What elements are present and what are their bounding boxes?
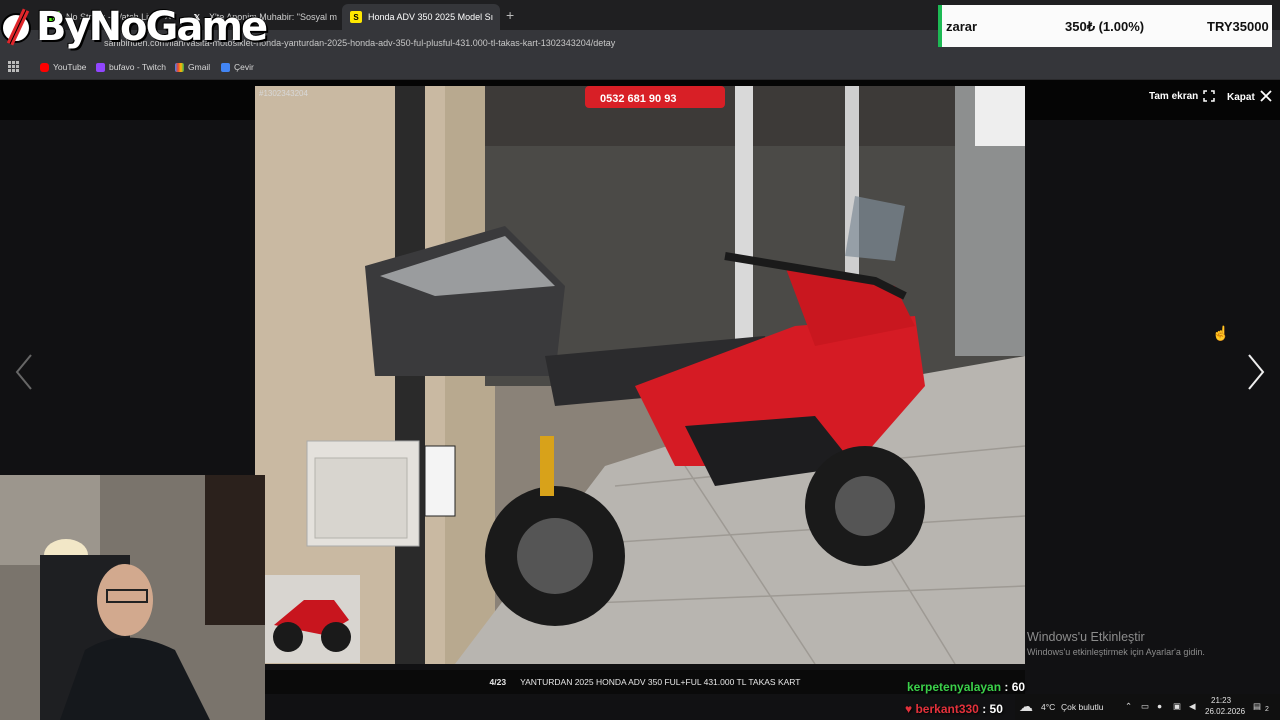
- next-photo-button[interactable]: [1246, 352, 1266, 397]
- twitch-icon: [96, 62, 105, 72]
- chat-value: : 60: [1004, 680, 1026, 694]
- zarar-label: zarar: [946, 19, 978, 34]
- chat-username: kerpetenyalayan: [907, 680, 1002, 694]
- tab-honda-adv[interactable]: S Honda ADV 350 2025 Model Sı ✕: [342, 4, 500, 30]
- weather-temp[interactable]: 4°C: [1041, 702, 1055, 712]
- display-icon[interactable]: ▣: [1173, 701, 1181, 712]
- close-viewer-button[interactable]: Kapat: [1227, 90, 1272, 105]
- close-label: Kapat: [1227, 92, 1255, 103]
- photo-counter: 4/23: [489, 677, 507, 687]
- sahibinden-icon: S: [350, 11, 362, 23]
- phone-sign: 0532 681 90 93: [600, 93, 676, 105]
- clock-time[interactable]: 21:23: [1211, 696, 1231, 705]
- watermark-title: Windows'u Etkinleştir: [1027, 630, 1145, 644]
- thumbnail-image: [264, 575, 360, 663]
- clock-date[interactable]: 26.02.2026: [1205, 707, 1245, 716]
- windows-activation-watermark: Windows'u Etkinleştir Windows'u etkinleş…: [1027, 630, 1205, 657]
- motorcycle-photo: 0532 681 90 93: [255, 86, 1025, 664]
- chat-value: : 50: [982, 702, 1003, 716]
- chevron-left-icon: [15, 354, 32, 390]
- chevron-up-icon[interactable]: ⌃: [1125, 701, 1132, 712]
- network-icon[interactable]: ▭: [1141, 701, 1149, 712]
- close-icon[interactable]: ✕: [493, 12, 500, 23]
- bookmark-cevir[interactable]: Çevir: [221, 62, 254, 72]
- close-icon: [1260, 90, 1272, 105]
- bookmark-gmail[interactable]: Gmail: [175, 62, 210, 72]
- bookmark-label: bufavo - Twitch: [109, 62, 167, 72]
- tab-label: Honda ADV 350 2025 Model Sı: [368, 12, 494, 22]
- weather-icon[interactable]: ☁: [1019, 698, 1033, 715]
- fullscreen-button[interactable]: Tam ekran: [1149, 90, 1216, 102]
- notification-count: 2: [1265, 706, 1269, 713]
- fullscreen-label: Tam ekran: [1149, 90, 1199, 102]
- close-icon[interactable]: ✕: [337, 12, 338, 23]
- zarar-overlay: zarar 350₺ (1.00%) TRY35000: [938, 5, 1272, 47]
- apps-grid-icon[interactable]: [8, 61, 19, 72]
- ad-id: #1302343204: [259, 89, 308, 98]
- chat-line: kerpetenyalayan : 60: [907, 680, 1025, 694]
- weather-text[interactable]: Çok bulutlu: [1061, 702, 1104, 712]
- gmail-icon: [175, 62, 184, 72]
- fullscreen-icon: [1203, 90, 1216, 102]
- new-tab-button[interactable]: +: [506, 7, 514, 23]
- zarar-total: TRY35000: [1207, 19, 1269, 34]
- bookmark-label: Çevir: [234, 62, 254, 72]
- previous-photo-button[interactable]: [14, 352, 34, 397]
- listing-photo: #1302343204 0532 681 90 93: [255, 86, 1025, 664]
- photo-thumbnail[interactable]: [264, 575, 360, 663]
- youtube-icon: [40, 62, 49, 72]
- chat-line: ♥ berkant330 : 50: [905, 702, 1003, 716]
- stream-logo: ByNoGame: [0, 2, 268, 52]
- logo-mark-icon: [0, 4, 36, 50]
- microphone-icon[interactable]: ●: [1157, 701, 1162, 711]
- heart-icon: ♥: [905, 702, 913, 716]
- hand-cursor-icon: ☝: [1212, 325, 1230, 341]
- watermark-subtitle: Windows'u etkinleştirmek için Ayarlar'a …: [1027, 647, 1205, 657]
- bookmark-twitch[interactable]: bufavo - Twitch: [96, 62, 166, 72]
- taskbar-tray: ☁ 4°C Çok bulutlu ⌃ ▭ ● ▣ ◀ 21:23 26.02.…: [1015, 694, 1280, 720]
- translate-icon: [221, 62, 230, 72]
- listing-title: YANTURDAN 2025 HONDA ADV 350 FUL+FUL 431…: [520, 677, 801, 687]
- chevron-right-icon: [1248, 354, 1265, 390]
- bookmarks-bar: YouTube bufavo - Twitch Gmail Çevir: [0, 55, 1280, 80]
- bookmark-label: YouTube: [53, 62, 87, 72]
- bookmark-label: Gmail: [188, 62, 211, 72]
- streamer-webcam: [0, 475, 265, 720]
- volume-icon[interactable]: ◀: [1189, 701, 1196, 712]
- zarar-value: 350₺ (1.00%): [1065, 19, 1145, 34]
- webcam-image: [0, 475, 265, 720]
- notification-icon[interactable]: ▤: [1253, 701, 1261, 712]
- logo-text: ByNoGame: [36, 4, 268, 50]
- bookmark-youtube[interactable]: YouTube: [40, 62, 86, 72]
- chat-username: berkant330: [915, 702, 979, 716]
